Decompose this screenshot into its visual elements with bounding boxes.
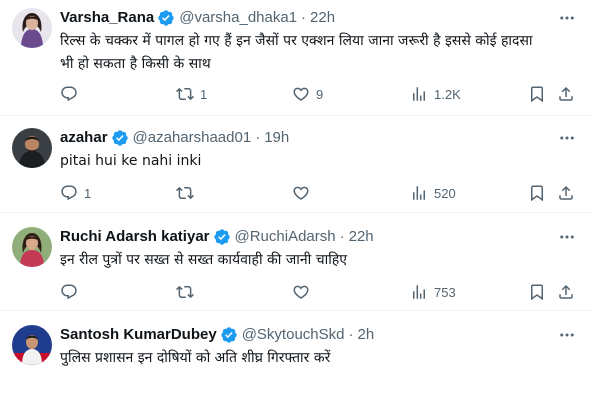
share-button[interactable] [557,183,575,203]
verified-badge-icon [111,129,129,147]
views-icon [410,85,428,103]
reply-icon [60,283,78,301]
bookmark-icon [528,85,546,103]
avatar[interactable] [12,8,52,48]
avatar[interactable] [12,227,52,267]
repost-count: 1 [200,86,208,102]
views-button[interactable]: 753 [410,282,456,302]
views-icon [410,283,428,301]
repost-icon [176,283,194,301]
verified-badge-icon [220,326,238,344]
tweet-header: azahar @azaharshaad01 · 19h [60,128,289,148]
share-button[interactable] [557,84,575,104]
tweet-santosh-kumardubey[interactable]: Santosh KumarDubey @SkytouchSkd · 2h पुल… [0,311,593,409]
author-name[interactable]: Santosh KumarDubey [60,325,217,345]
tweet-varsha-rana[interactable]: Varsha_Rana @varsha_dhaka1 · 22h रिल्स क… [0,0,593,116]
repost-button[interactable] [176,282,200,302]
tweet-text-line: इन रील पुत्रों पर सख्त से सख्त कार्यवाही… [60,252,348,268]
reply-icon [60,85,78,103]
like-button[interactable]: 9 [292,84,323,104]
tweet-text-line: pitai hui ke nahi inki [60,153,202,169]
author-name[interactable]: Varsha_Rana [60,8,154,28]
like-count: 9 [316,86,324,102]
bookmark-button[interactable] [528,282,546,302]
heart-icon [292,283,310,301]
reply-button[interactable] [60,84,84,104]
views-count: 520 [434,185,456,201]
separator: · [255,129,261,146]
author-handle[interactable]: @varsha_dhaka1 [179,8,297,28]
tweet-ruchi-adarsh-katiyar[interactable]: Ruchi Adarsh katiyar @RuchiAdarsh · 22h … [0,213,593,311]
bookmark-button[interactable] [528,183,546,203]
reply-feed: Varsha_Rana @varsha_dhaka1 · 22h रिल्स क… [0,0,593,409]
more-icon[interactable] [557,8,577,28]
views-icon [410,184,428,202]
like-button[interactable] [292,183,316,203]
author-handle[interactable]: @azaharshaad01 [133,128,252,148]
views-button[interactable]: 1.2K [410,84,461,104]
author-name[interactable]: Ruchi Adarsh katiyar [60,227,210,247]
share-button[interactable] [557,282,575,302]
repost-icon [176,184,194,202]
separator: · [301,9,307,26]
action-bar: 753 [60,282,580,302]
avatar[interactable] [12,325,52,365]
share-icon [557,283,575,301]
author-handle[interactable]: @SkytouchSkd [242,325,345,345]
tweet-text: इन रील पुत्रों पर सख्त से सख्त कार्यवाही… [60,249,580,272]
action-bar: 1 520 [60,183,580,203]
heart-icon [292,85,310,103]
tweet-text: रिल्स के चक्कर में पागल हो गए हैं इन जैस… [60,30,580,76]
tweet-text-line: पुलिस प्रशासन इन दोषियों को अति शीघ्र गि… [60,350,331,366]
bookmark-icon [528,283,546,301]
tweet-header: Varsha_Rana @varsha_dhaka1 · 22h [60,8,335,28]
verified-badge-icon [213,228,231,246]
tweet-text-line: भी हो सकता है किसी के साथ [60,56,211,72]
tweet-text: pitai hui ke nahi inki [60,150,580,173]
verified-badge-icon [157,9,175,27]
author-handle[interactable]: @RuchiAdarsh [235,227,336,247]
reply-count: 1 [84,185,92,201]
share-icon [557,184,575,202]
timestamp[interactable]: 19h [264,128,289,148]
like-button[interactable] [292,282,316,302]
separator: · [339,228,345,245]
more-icon[interactable] [557,227,577,247]
tweet-azahar[interactable]: azahar @azaharshaad01 · 19h pitai hui ke… [0,116,593,213]
repost-icon [176,85,194,103]
bookmark-icon [528,184,546,202]
tweet-text: पुलिस प्रशासन इन दोषियों को अति शीघ्र गि… [60,347,580,370]
tweet-text-line: रिल्स के चक्कर में पागल हो गए हैं इन जैस… [60,33,533,49]
separator: · [348,326,354,343]
views-count: 753 [434,284,456,300]
repost-button[interactable]: 1 [176,84,207,104]
action-bar: 1 9 1.2K [60,84,580,104]
heart-icon [292,184,310,202]
reply-button[interactable] [60,282,84,302]
timestamp[interactable]: 22h [349,227,374,247]
reply-button[interactable]: 1 [60,183,91,203]
views-button[interactable]: 520 [410,183,456,203]
timestamp[interactable]: 22h [310,8,335,28]
author-name[interactable]: azahar [60,128,108,148]
reply-icon [60,184,78,202]
share-icon [557,85,575,103]
more-icon[interactable] [557,128,577,148]
tweet-header: Ruchi Adarsh katiyar @RuchiAdarsh · 22h [60,227,374,247]
bookmark-button[interactable] [528,84,546,104]
views-count: 1.2K [434,86,461,102]
repost-button[interactable] [176,183,200,203]
more-icon[interactable] [557,325,577,345]
timestamp[interactable]: 2h [357,325,374,345]
avatar[interactable] [12,128,52,168]
tweet-header: Santosh KumarDubey @SkytouchSkd · 2h [60,325,374,345]
